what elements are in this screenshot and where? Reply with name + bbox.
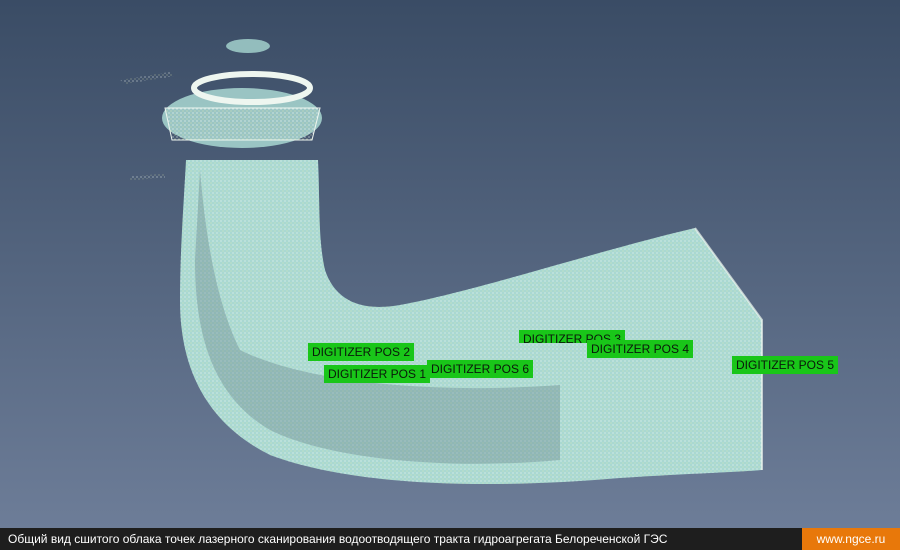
marker-digitizer-pos-2[interactable]: DIGITIZER POS 2: [308, 343, 415, 361]
point-cloud-scene[interactable]: [0, 0, 900, 528]
marker-digitizer-pos-5[interactable]: DIGITIZER POS 5: [732, 356, 839, 374]
marker-digitizer-pos-6[interactable]: DIGITIZER POS 6: [427, 360, 534, 378]
turbine-blades: [164, 107, 321, 141]
turbine-cap: [226, 39, 270, 53]
marker-digitizer-pos-4[interactable]: DIGITIZER POS 4: [587, 340, 694, 358]
caption-text: Общий вид сшитого облака точек лазерного…: [8, 532, 668, 546]
caption-bar: Общий вид сшитого облака точек лазерного…: [0, 528, 900, 550]
point-cloud-viewport[interactable]: DIGITIZER POS 2 DIGITIZER POS 1 DIGITIZE…: [0, 0, 900, 528]
site-link[interactable]: www.ngce.ru: [802, 528, 900, 550]
marker-digitizer-pos-1[interactable]: DIGITIZER POS 1: [324, 365, 431, 383]
